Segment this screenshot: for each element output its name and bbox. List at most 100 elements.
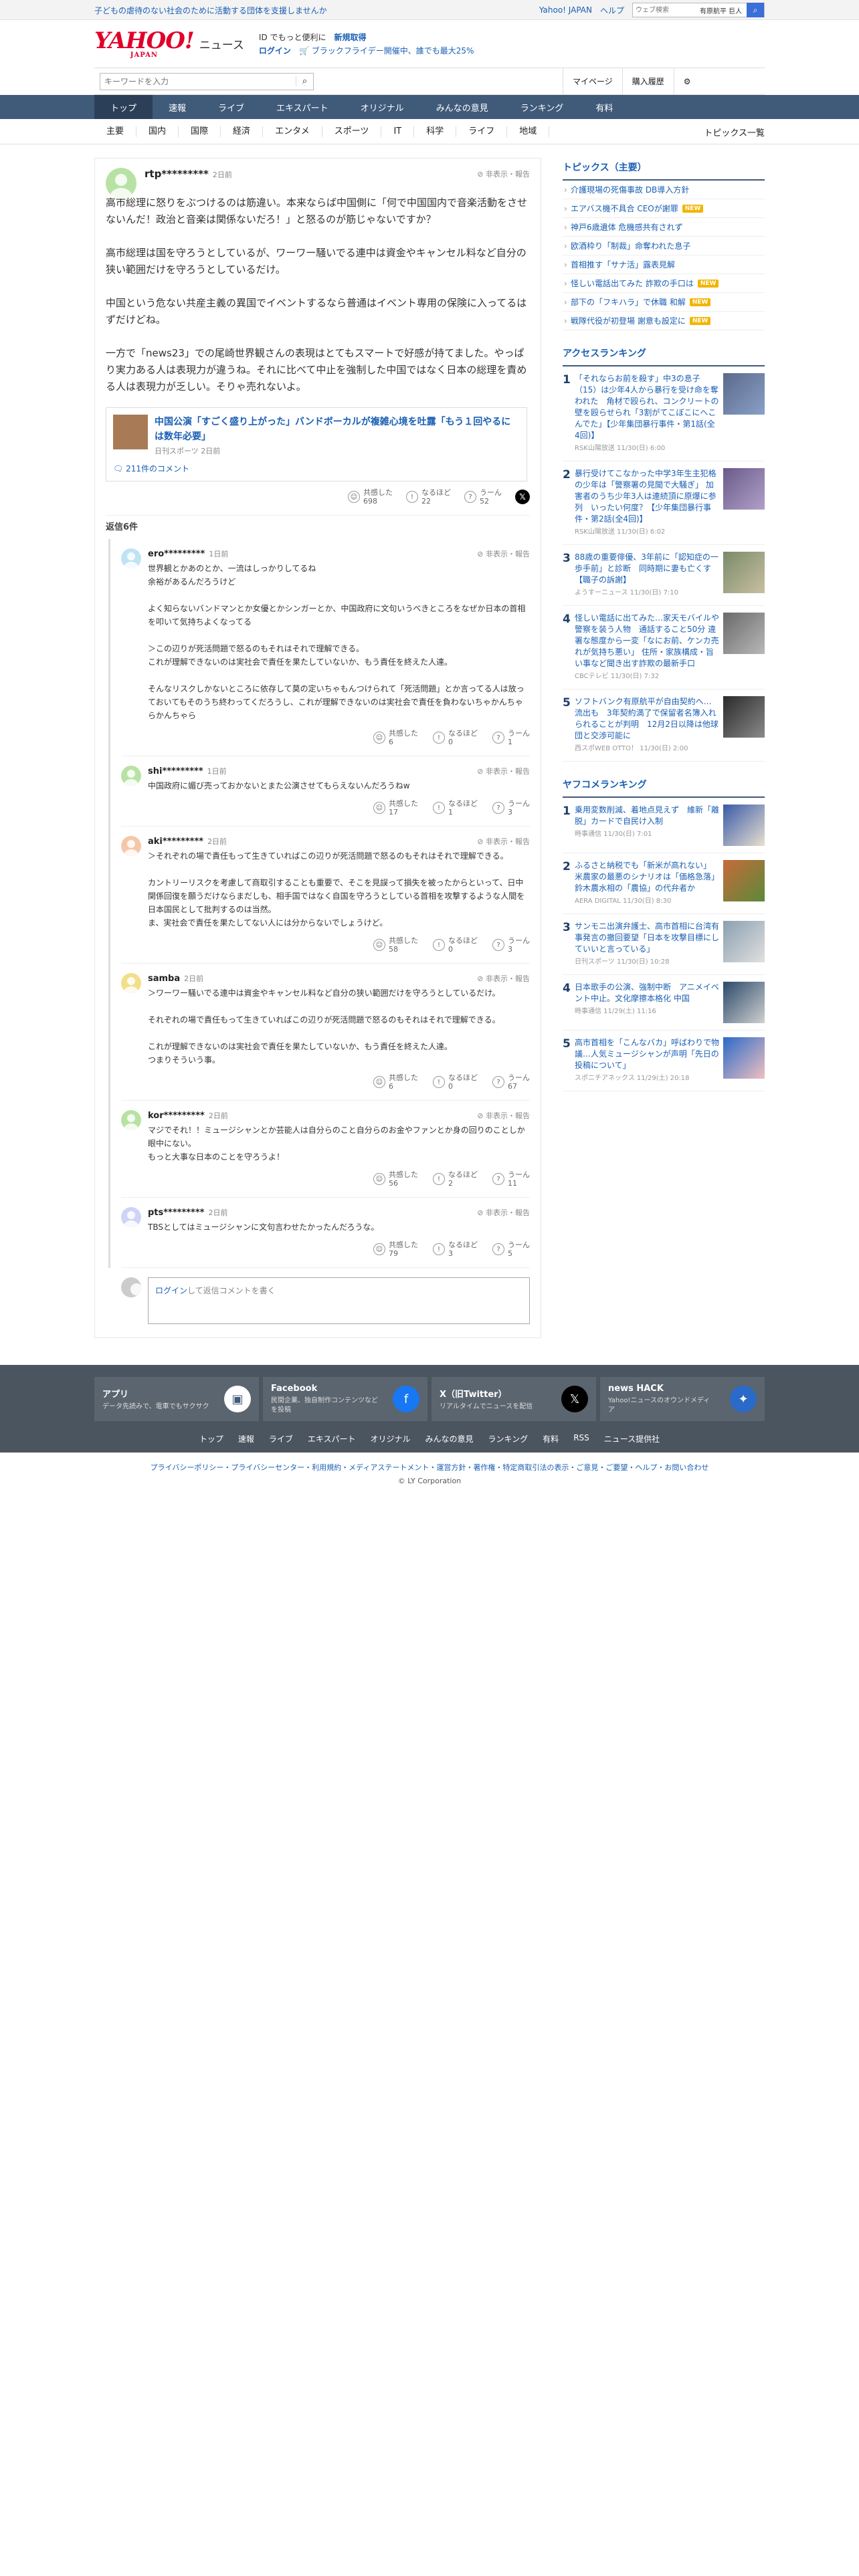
insight-button[interactable]: ! なるほど 22 [406, 488, 451, 506]
rank-title[interactable]: サンモニ出演弁護士、高市首相に台湾有事発言の撤回要望「日本を攻撃目標にしていいと… [575, 922, 719, 954]
reply-login-link[interactable]: ログイン [155, 1286, 187, 1295]
reply-user[interactable]: aki********* [148, 837, 203, 847]
ranking-item[interactable]: 1 「それならお前を殺す」中3の息子（15）は少年4人から暴行を受け命を奪われた … [563, 366, 765, 461]
legal-links[interactable]: プライバシーポリシー・プライバシーセンター・利用規約・メディアステートメント・運… [0, 1462, 859, 1473]
reply-user[interactable]: ero********* [148, 549, 205, 559]
agree-button[interactable]: ☺ 共感した 698 [348, 488, 393, 506]
history-link[interactable]: 購入履歴 [622, 68, 674, 95]
nav-ranking[interactable]: ランキング [504, 95, 580, 119]
promo-banner-link[interactable]: ブラックフライデー開催中、誰でも最大25% [312, 46, 474, 56]
topic-link[interactable]: 戦隊代役が初登場 謝意も設定にNEW [563, 312, 765, 330]
hmm-button[interactable]: ? うーん 5 [492, 1241, 530, 1258]
footer-link[interactable]: RSS [573, 1433, 589, 1444]
footer-link[interactable]: ニュース提供社 [604, 1433, 660, 1444]
reply-user[interactable]: shi********* [148, 766, 203, 776]
promo-link[interactable]: 子どもの虐待のない社会のために活動する団体を支援しませんか [94, 5, 327, 16]
cat-life[interactable]: ライフ [456, 126, 508, 137]
hmm-button[interactable]: ? うーん 3 [492, 799, 530, 817]
agree-button[interactable]: ☺ 共感した 79 [373, 1241, 418, 1258]
nav-original[interactable]: オリジナル [345, 95, 420, 119]
footer-link[interactable]: トップ [199, 1433, 223, 1444]
insight-button[interactable]: ! なるほど 0 [433, 936, 478, 954]
topic-link[interactable]: 部下の「フキハラ」で休職 和解NEW [563, 293, 765, 312]
insight-button[interactable]: ! なるほど 1 [433, 799, 478, 817]
rank-title[interactable]: 高市首相を「こんなバカ」呼ばわりで物議…人気ミュージシャンが声明「先日の投稿につ… [575, 1038, 719, 1070]
article-card[interactable]: 中国公演「すごく盛り上がった」バンドボーカルが複雑心境を吐露「もう１回やるには数… [106, 407, 527, 481]
yahoo-japan-link[interactable]: Yahoo! JAPAN [539, 5, 592, 15]
comment-count-link[interactable]: 211件のコメント [126, 464, 189, 473]
rank-title[interactable]: ソフトバンク有原航平が自由契約へ…流出も 3年契約満了で保留者名簿入れられること… [575, 697, 719, 740]
help-link[interactable]: ヘルプ [600, 5, 624, 16]
search-icon[interactable]: ⌕ [747, 3, 764, 17]
insight-button[interactable]: ! なるほど 0 [433, 729, 478, 746]
gear-icon[interactable]: ⚙ [673, 68, 700, 95]
footer-link[interactable]: エキスパート [308, 1433, 356, 1444]
agree-button[interactable]: ☺ 共感した 6 [373, 1073, 418, 1091]
topic-link[interactable]: 欧酒枠り「制裁」命奪われた息子 [563, 237, 765, 255]
agree-button[interactable]: ☺ 共感した 17 [373, 799, 418, 817]
all-topics-link[interactable]: トピックス一覧 [704, 126, 765, 138]
mypage-link[interactable]: マイページ [563, 68, 622, 95]
hmm-button[interactable]: ? うーん 11 [492, 1170, 530, 1188]
nav-live[interactable]: ライブ [202, 95, 260, 119]
comment-user[interactable]: rtp********* [145, 168, 209, 180]
footer-link[interactable]: みんなの意見 [425, 1433, 474, 1444]
cat-domestic[interactable]: 国内 [136, 126, 179, 137]
agree-button[interactable]: ☺ 共感した 6 [373, 729, 418, 746]
nav-breaking[interactable]: 速報 [153, 95, 202, 119]
report-link[interactable]: ⊘ 非表示・報告 [477, 169, 530, 179]
cat-world[interactable]: 国際 [179, 126, 221, 137]
topic-link[interactable]: 介護現場の死傷事故 DB導入方針 [563, 181, 765, 199]
report-link[interactable]: ⊘ 非表示・報告 [477, 766, 530, 776]
signup-link[interactable]: 新規取得 [335, 33, 367, 42]
agree-button[interactable]: ☺ 共感した 56 [373, 1170, 418, 1188]
topic-link[interactable]: 怪しい電話出てみた 詐欺の手口はNEW [563, 274, 765, 293]
reply-user[interactable]: pts********* [148, 1208, 204, 1218]
footer-link[interactable]: ライブ [269, 1433, 293, 1444]
topic-link[interactable]: 神戸6歳遺体 危機感共有されず [563, 218, 765, 237]
web-search-input[interactable] [633, 3, 700, 17]
login-link[interactable]: ログイン [259, 46, 291, 56]
insight-button[interactable]: ! なるほど 2 [433, 1170, 478, 1188]
cat-main[interactable]: 主要 [94, 126, 137, 137]
rank-title[interactable]: 乗用変数削減、着地点見えず 維新「離脱」カードで自民け入制 [575, 805, 719, 826]
topic-link[interactable]: エアバス機不具合 CEOが謝罪NEW [563, 199, 765, 218]
ranking-item[interactable]: 4 日本歌手の公演、強制中断 アニメイベント中止。文化摩擦本格化 中国 時事通信 1… [563, 975, 765, 1031]
footer-link[interactable]: 速報 [238, 1433, 254, 1444]
reply-textarea[interactable]: ログインして返信コメントを書く [148, 1277, 530, 1324]
footer-app-card[interactable]: アプリ データ先読みで、電車でもサクサク ▣ [94, 1377, 259, 1421]
rank-title[interactable]: 暴行受けてこなかった中学3年生主犯格の少年は「警察署の見聞で大騒ぎ」 加害者のう… [575, 469, 717, 524]
agree-button[interactable]: ☺ 共感した 58 [373, 936, 418, 954]
footer-app-card[interactable]: Facebook 民間企業、独自制作コンテンツなどを投稿 f [263, 1377, 427, 1421]
rank-title[interactable]: 怪しい電話に出てみた…家天モバイルや警察を装う人物 通話すること50分 違署な態… [575, 613, 719, 668]
hmm-button[interactable]: ? うーん 67 [492, 1073, 530, 1091]
reply-user[interactable]: kor********* [148, 1111, 205, 1121]
report-link[interactable]: ⊘ 非表示・報告 [477, 973, 530, 984]
ranking-item[interactable]: 2 暴行受けてこなかった中学3年生主犯格の少年は「警察署の見聞で大騒ぎ」 加害者の… [563, 461, 765, 545]
ranking-item[interactable]: 5 ソフトバンク有原航平が自由契約へ…流出も 3年契約満了で保留者名簿入れられるこ… [563, 689, 765, 762]
hmm-button[interactable]: ? うーん 3 [492, 936, 530, 954]
ranking-item[interactable]: 3 88歳の重要俳優、3年前に「認知症の一歩手前」と診断 同時期に妻も亡くす【職子… [563, 545, 765, 606]
nav-expert[interactable]: エキスパート [260, 95, 345, 119]
cat-science[interactable]: 科学 [414, 126, 457, 137]
nav-opinions[interactable]: みんなの意見 [420, 95, 504, 119]
report-link[interactable]: ⊘ 非表示・報告 [477, 548, 530, 559]
rank-title[interactable]: 88歳の重要俳優、3年前に「認知症の一歩手前」と診断 同時期に妻も亡くす【職子の… [575, 552, 719, 584]
yahoo-logo[interactable]: YAHOO! JAPAN [94, 29, 195, 59]
rank-title[interactable]: 日本歌手の公演、強制中断 アニメイベント中止。文化摩擦本格化 中国 [575, 982, 719, 1003]
insight-button[interactable]: ! なるほど 3 [433, 1241, 478, 1258]
cat-entertainment[interactable]: エンタメ [263, 126, 322, 137]
ranking-item[interactable]: 1 乗用変数削減、着地点見えず 維新「離脱」カードで自民け入制 時事通信 11/30… [563, 798, 765, 853]
cat-sports[interactable]: スポーツ [322, 126, 382, 137]
report-link[interactable]: ⊘ 非表示・報告 [477, 1110, 530, 1121]
rank-title[interactable]: ふるさと納税でも「新米が高れない」 米農家の最悪のシナリオは「価格急落」 鈴木農… [575, 861, 719, 893]
cat-it[interactable]: IT [381, 126, 415, 137]
nav-paid[interactable]: 有料 [579, 95, 629, 119]
footer-link[interactable]: オリジナル [371, 1433, 411, 1444]
search-suggestion[interactable]: 有原航平 巨人 [700, 5, 747, 15]
cat-local[interactable]: 地域 [507, 126, 550, 137]
report-link[interactable]: ⊘ 非表示・報告 [477, 1207, 530, 1218]
search-icon[interactable]: ⌕ [296, 76, 313, 86]
hmm-button[interactable]: ? うーん 1 [492, 729, 530, 746]
keyword-input[interactable] [100, 73, 296, 90]
